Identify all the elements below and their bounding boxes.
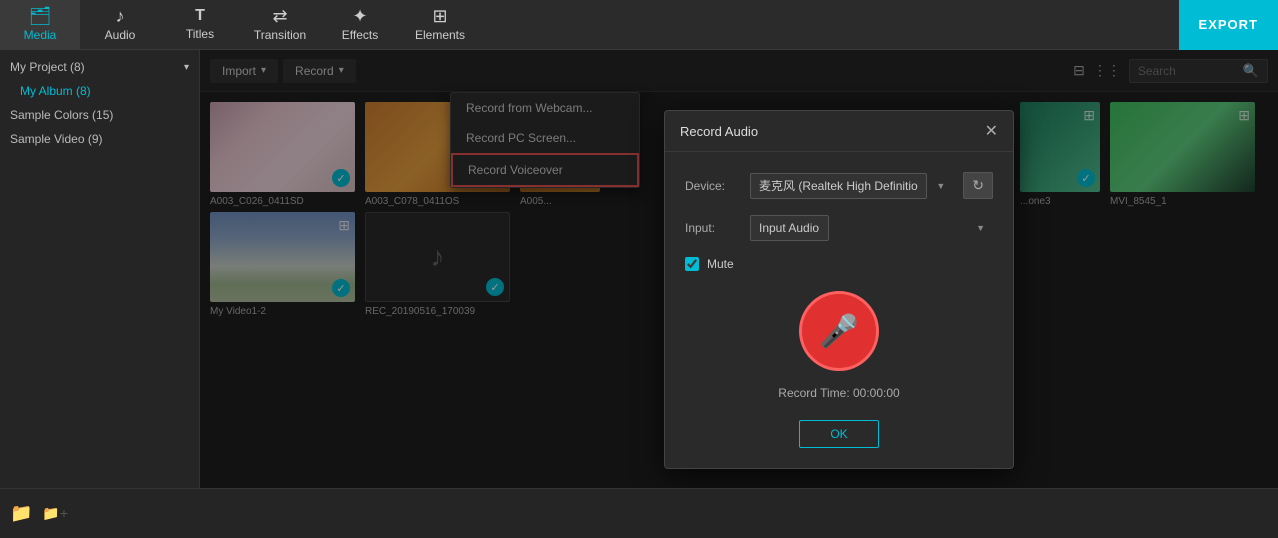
export-button[interactable]: EXPORT: [1179, 0, 1278, 50]
record-time: Record Time: 00:00:00: [685, 386, 993, 400]
bottom-bar: 📁 📁+: [0, 488, 1278, 538]
main-area: My Project (8) ▾ My Album (8) Sample Col…: [0, 50, 1278, 488]
toolbar-elements[interactable]: ⊞ Elements: [400, 0, 480, 50]
input-select[interactable]: Input Audio: [750, 215, 829, 241]
input-row: Input: Input Audio: [685, 215, 993, 241]
content-area: Import ▾ Record ▾ ⊟ ⋮⋮ 🔍 Record from Web…: [200, 50, 1278, 488]
transition-icon: ⇄: [272, 7, 287, 25]
titles-label: Titles: [186, 27, 214, 41]
media-icon: 🗂: [29, 7, 52, 25]
sidebar-item-sample-video[interactable]: Sample Video (9): [0, 127, 199, 151]
toolbar-transition[interactable]: ⇄ Transition: [240, 0, 320, 50]
elements-icon: ⊞: [432, 7, 447, 25]
main-toolbar: 🗂 Media ♪ Audio T Titles ⇄ Transition ✦ …: [0, 0, 1278, 50]
sidebar-item-my-project[interactable]: My Project (8) ▾: [0, 55, 199, 79]
device-select[interactable]: 麦克风 (Realtek High Definitio: [750, 173, 927, 199]
effects-label: Effects: [342, 28, 378, 42]
modal-overlay: Record Audio ✕ Device: 麦克风 (Realtek High…: [200, 50, 1278, 488]
audio-icon: ♪: [116, 7, 125, 25]
modal-body: Device: 麦克风 (Realtek High Definitio ↻ In…: [665, 152, 1013, 468]
add-folder-icon[interactable]: 📁+: [42, 505, 68, 522]
toolbar-media[interactable]: 🗂 Media: [0, 0, 80, 50]
sidebar-item-sample-colors[interactable]: Sample Colors (15): [0, 103, 199, 127]
input-label: Input:: [685, 221, 740, 235]
effects-icon: ✦: [352, 7, 367, 25]
device-label: Device:: [685, 179, 740, 193]
modal-title: Record Audio: [680, 124, 758, 139]
record-mic-button[interactable]: 🎤: [799, 291, 879, 371]
elements-label: Elements: [415, 28, 465, 42]
ok-button[interactable]: OK: [799, 420, 878, 448]
transition-label: Transition: [254, 28, 306, 42]
device-row: Device: 麦克风 (Realtek High Definitio ↻: [685, 172, 993, 199]
mute-label: Mute: [707, 257, 734, 271]
modal-close-button[interactable]: ✕: [985, 121, 998, 141]
toolbar-audio[interactable]: ♪ Audio: [80, 0, 160, 50]
titles-icon: T: [195, 8, 205, 24]
sidebar-item-my-album-label: My Album (8): [20, 84, 91, 98]
input-select-wrapper: Input Audio: [750, 215, 993, 241]
audio-label: Audio: [105, 28, 136, 42]
media-label: Media: [24, 28, 57, 42]
sidebar-item-sample-video-label: Sample Video (9): [10, 132, 103, 146]
sidebar-item-my-album[interactable]: My Album (8): [0, 79, 199, 103]
toolbar-effects[interactable]: ✦ Effects: [320, 0, 400, 50]
sidebar-item-my-project-label: My Project (8): [10, 60, 85, 74]
modal-header: Record Audio ✕: [665, 111, 1013, 152]
mute-row: Mute: [685, 257, 993, 271]
sidebar: My Project (8) ▾ My Album (8) Sample Col…: [0, 50, 200, 488]
record-audio-modal: Record Audio ✕ Device: 麦克风 (Realtek High…: [664, 110, 1014, 469]
new-folder-icon[interactable]: 📁: [10, 503, 32, 524]
toolbar-titles[interactable]: T Titles: [160, 0, 240, 50]
sidebar-item-sample-colors-label: Sample Colors (15): [10, 108, 113, 122]
collapse-arrow-icon: ▾: [184, 62, 189, 73]
microphone-icon: 🎤: [819, 312, 859, 350]
mute-checkbox[interactable]: [685, 257, 699, 271]
device-select-wrapper: 麦克风 (Realtek High Definitio: [750, 173, 953, 199]
refresh-button[interactable]: ↻: [963, 172, 993, 199]
